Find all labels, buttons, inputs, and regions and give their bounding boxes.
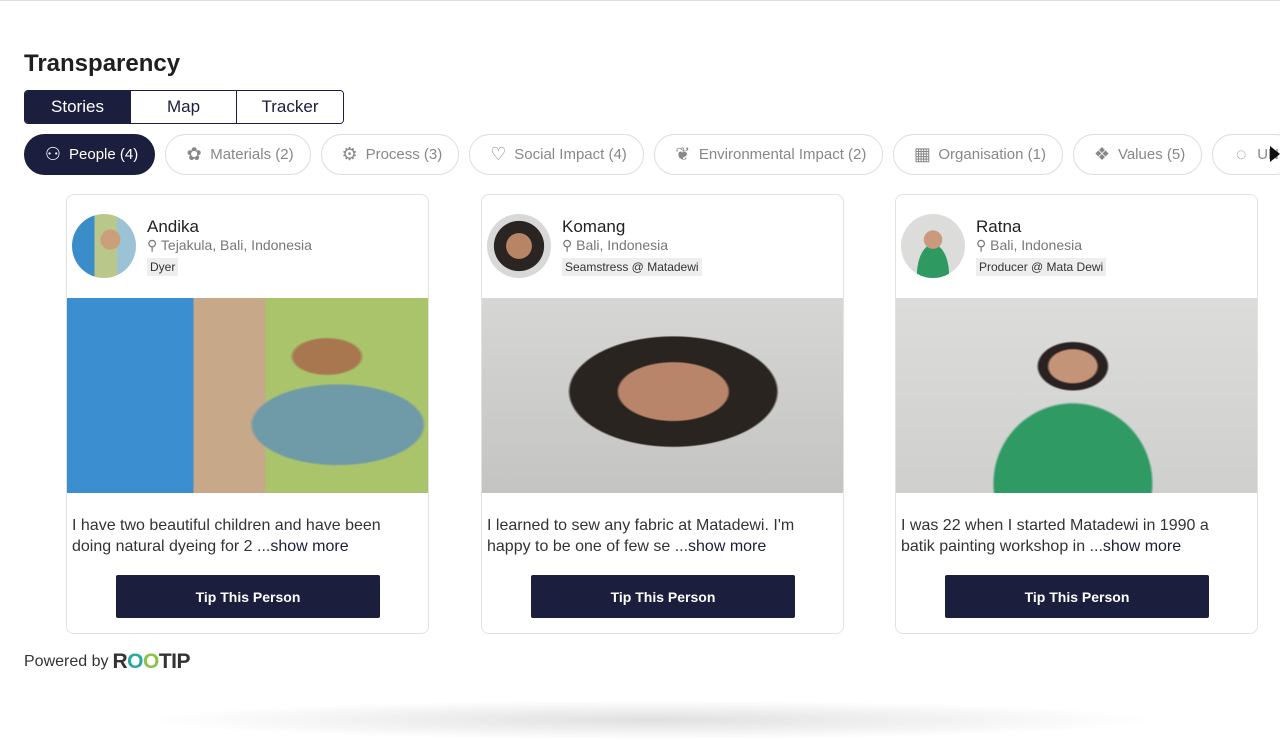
- chip-label: Materials (2): [210, 146, 294, 163]
- map-pin-icon: ⚲: [147, 237, 158, 253]
- avatar: [901, 214, 965, 278]
- top-divider: [0, 0, 1280, 1]
- page-title: Transparency: [24, 50, 181, 77]
- people-icon: ⚇: [44, 144, 62, 164]
- chip-label: Process (3): [365, 146, 443, 163]
- person-card: Komang ⚲ Bali, Indonesia Seamstress @ Ma…: [481, 194, 844, 634]
- sdg-wheel-icon: ◌: [1235, 144, 1247, 164]
- chip-environmental-impact[interactable]: ❦ Environmental Impact (2): [653, 134, 884, 175]
- storefront-icon: ▦: [913, 144, 931, 164]
- powered-by-text: Powered by: [24, 653, 109, 670]
- chip-label: People (4): [69, 146, 139, 163]
- chip-people[interactable]: ⚇ People (4): [24, 134, 156, 175]
- show-more-link[interactable]: show more: [688, 538, 766, 555]
- chip-label: Social Impact (4): [514, 146, 627, 163]
- category-chips: ⚇ People (4) ✿ Materials (2) ⚙ Process (3) …: [24, 134, 1280, 175]
- person-name: Ratna: [976, 217, 1022, 236]
- person-name: Komang: [562, 217, 626, 236]
- map-pin-icon: ⚲: [976, 237, 987, 253]
- chip-organisation[interactable]: ▦ Organisation (1): [893, 134, 1063, 175]
- chip-label: Environmental Impact (2): [698, 146, 867, 163]
- chip-label: Values (5): [1117, 146, 1186, 163]
- role-badge: Dyer: [147, 258, 179, 276]
- story-excerpt: I was 22 when I started Matadewi in 1990…: [901, 517, 1209, 555]
- heart-hand-icon: ♡: [490, 144, 507, 164]
- location: ⚲ Tejakula, Bali, Indonesia: [147, 237, 312, 254]
- show-more-link[interactable]: show more: [270, 538, 348, 555]
- tab-map[interactable]: Map: [131, 91, 237, 123]
- process-icon: ⚙: [341, 144, 358, 164]
- story-excerpt: I learned to sew any fabric at Matadewi.…: [487, 517, 795, 555]
- role-badge: Producer @ Mata Dewi: [976, 258, 1107, 276]
- person-name: Andika: [147, 217, 199, 236]
- location-text: Bali, Indonesia: [576, 237, 668, 253]
- hands-icon: ❖: [1093, 144, 1111, 164]
- location-text: Tejakula, Bali, Indonesia: [160, 237, 312, 253]
- chip-label: Organisation (1): [938, 146, 1046, 163]
- tip-person-button[interactable]: Tip This Person: [116, 575, 380, 618]
- chip-values[interactable]: ❖ Values (5): [1072, 134, 1203, 175]
- plant-icon: ✿: [186, 144, 202, 164]
- chip-materials[interactable]: ✿ Materials (2): [165, 134, 311, 175]
- show-more-link[interactable]: show more: [1103, 538, 1181, 555]
- chip-process[interactable]: ⚙ Process (3): [320, 134, 460, 175]
- tab-stories[interactable]: Stories: [25, 91, 131, 123]
- view-tabs: Stories Map Tracker: [24, 90, 344, 124]
- person-photo: [896, 298, 1257, 493]
- tip-person-button[interactable]: Tip This Person: [945, 575, 1209, 618]
- story-excerpt: I have two beautiful children and have b…: [72, 517, 381, 555]
- rootip-logo[interactable]: ROOTIP: [113, 650, 191, 674]
- chip-social-impact[interactable]: ♡ Social Impact (4): [469, 134, 644, 175]
- avatar: [72, 214, 136, 278]
- tab-tracker[interactable]: Tracker: [237, 91, 343, 123]
- location: ⚲ Bali, Indonesia: [976, 237, 1082, 254]
- person-card: Andika ⚲ Tejakula, Bali, Indonesia Dyer …: [66, 194, 429, 634]
- map-pin-icon: ⚲: [562, 237, 573, 253]
- bottom-shadow: [140, 700, 1160, 740]
- person-photo: [67, 298, 428, 493]
- location: ⚲ Bali, Indonesia: [562, 237, 668, 254]
- tip-person-button[interactable]: Tip This Person: [531, 575, 795, 618]
- powered-by: Powered by ROOTIP: [24, 650, 191, 674]
- location-text: Bali, Indonesia: [990, 237, 1082, 253]
- person-photo: [482, 298, 843, 493]
- person-card: Ratna ⚲ Bali, Indonesia Producer @ Mata …: [895, 194, 1258, 634]
- avatar: [487, 214, 551, 278]
- scroll-right-arrow-icon[interactable]: [1270, 146, 1280, 162]
- role-badge: Seamstress @ Matadewi: [562, 258, 702, 276]
- sprout-hand-icon: ❦: [675, 144, 691, 164]
